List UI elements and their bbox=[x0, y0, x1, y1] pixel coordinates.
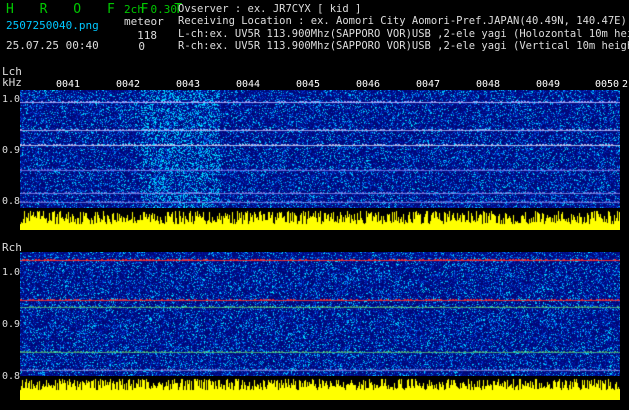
observer-line: Ovserver : ex. JR7CYX [ kid ] bbox=[178, 3, 362, 15]
rch-ytick-0.8: 0.8 bbox=[2, 371, 21, 382]
time-label-0045: 0045 bbox=[296, 79, 321, 90]
meteor-label: meteor bbox=[124, 15, 164, 28]
rch-ytick-0.9: 0.9 bbox=[2, 319, 21, 330]
time-label-0041: 0041 bbox=[56, 79, 81, 90]
rch-config-line: R-ch:ex. UV5R 113.900Mhz(SAPPORO VOR)USB… bbox=[178, 40, 629, 52]
lch-waterfall bbox=[20, 90, 620, 208]
time-label-0048: 0048 bbox=[476, 79, 501, 90]
lch-ytick-1.0: 1.0 bbox=[2, 94, 21, 105]
lch-config-line: L-ch:ex. UV5R 113.900Mhz(SAPPORO VOR)USB… bbox=[178, 28, 629, 40]
meteor-count-rch: 0 bbox=[138, 40, 145, 53]
lch-unit: kHz bbox=[2, 76, 22, 89]
rch-ytick-1.0: 1.0 bbox=[2, 267, 21, 278]
lch-ytick-0.8: 0.8 bbox=[2, 196, 21, 207]
time-label-edge: 2 bbox=[622, 79, 629, 90]
lch-ytick-0.9: 0.9 bbox=[2, 145, 21, 156]
rch-signal-level bbox=[20, 376, 620, 400]
time-label-0043: 0043 bbox=[176, 79, 201, 90]
time-label-0047: 0047 bbox=[416, 79, 441, 90]
time-label-0046: 0046 bbox=[356, 79, 381, 90]
time-label-0050: 0050 bbox=[595, 79, 620, 90]
lch-signal-level bbox=[20, 208, 620, 230]
version-label: 2ch 0.30 bbox=[124, 3, 177, 16]
rch-label: Rch bbox=[2, 241, 22, 254]
time-label-0044: 0044 bbox=[236, 79, 261, 90]
rch-waterfall bbox=[20, 252, 620, 376]
timestamp: 25.07.25 00:40 bbox=[6, 39, 99, 52]
time-label-0049: 0049 bbox=[536, 79, 561, 90]
file-name: 2507250040.png bbox=[6, 19, 99, 32]
time-label-0042: 0042 bbox=[116, 79, 141, 90]
location-line: Receiving Location : ex. Aomori City Aom… bbox=[178, 15, 627, 27]
